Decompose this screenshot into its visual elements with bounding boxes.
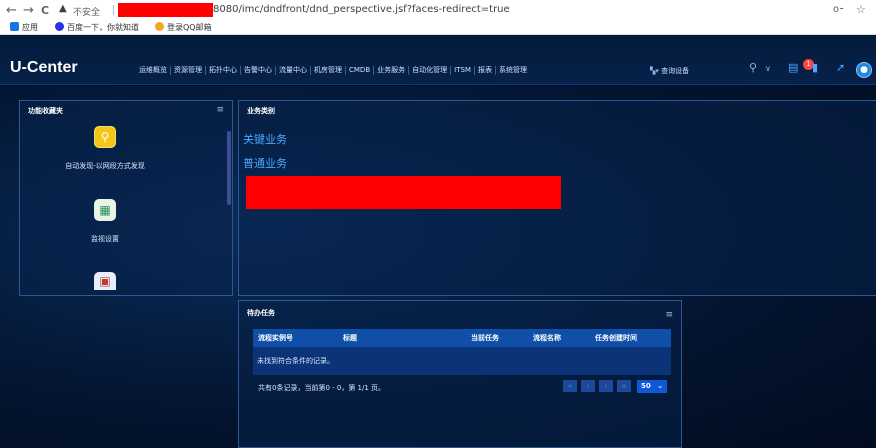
- panel-menu-icon[interactable]: ≡: [665, 310, 673, 320]
- bookmark-label: 登录QQ邮箱: [167, 23, 212, 32]
- device-filter-icon: ▚▾: [650, 67, 662, 75]
- column-header[interactable]: 标题: [343, 333, 357, 343]
- address-bar[interactable]: 8080/imc/dndfront/dnd_perspective.jsf?fa…: [213, 4, 510, 15]
- menu-item-system[interactable]: 系统管理: [496, 66, 530, 75]
- bookmark-baidu[interactable]: 百度一下，你就知道: [55, 22, 139, 33]
- business-link-critical[interactable]: 关键业务: [243, 131, 287, 147]
- business-link-normal[interactable]: 普通业务: [243, 155, 287, 171]
- menu-item-topology[interactable]: 拓扑中心: [206, 66, 241, 75]
- menu-item-automation[interactable]: 自动化管理: [409, 66, 452, 75]
- favorite-label: 监视设置: [91, 235, 119, 243]
- favorite-item-discover[interactable]: ⚲ 自动发现-以网段方式发现: [60, 126, 150, 171]
- app-logo[interactable]: U-Center: [10, 59, 78, 77]
- key-icon[interactable]: o⁃: [833, 4, 844, 15]
- menu-item-traffic[interactable]: 流量中心: [276, 66, 311, 75]
- bookmark-star-icon[interactable]: ☆: [856, 3, 866, 16]
- menu-item-alarms[interactable]: 告警中心: [241, 66, 276, 75]
- favorite-item-monitor[interactable]: ▦ 监视设置: [60, 199, 150, 244]
- dashboard-icon[interactable]: ▤: [788, 61, 798, 74]
- page-size-select[interactable]: 50 ⌄: [637, 380, 667, 393]
- bookmark-label: 应用: [22, 23, 38, 32]
- favorites-title: 功能收藏夹: [28, 107, 63, 115]
- monitor-settings-icon: ▦: [94, 199, 116, 221]
- qqmail-icon: [155, 22, 164, 31]
- forward-icon[interactable]: →: [23, 3, 34, 18]
- discover-icon: ⚲: [94, 126, 116, 148]
- panel-menu-icon[interactable]: ≡: [216, 105, 224, 115]
- next-page-button[interactable]: ›: [599, 380, 613, 392]
- prev-page-button[interactable]: ‹: [581, 380, 595, 392]
- report-icon: ▣: [94, 272, 116, 290]
- menu-item-itsm[interactable]: ITSM: [451, 66, 475, 75]
- bookmark-qqmail[interactable]: 登录QQ邮箱: [155, 22, 212, 33]
- collapse-icon[interactable]: ∨: [765, 64, 771, 73]
- search-icon[interactable]: ⚲: [749, 61, 757, 74]
- warning-icon[interactable]: ▲: [59, 3, 67, 14]
- favorites-scrollbar[interactable]: [227, 131, 231, 205]
- baidu-icon: [55, 22, 64, 31]
- bookmark-label: 百度一下，你就知道: [67, 23, 139, 32]
- menu-item-resources[interactable]: 资源管理: [171, 66, 206, 75]
- tasks-table-header: 流程实例号 标题 当前任务 流程名称 任务创建时间: [253, 329, 671, 347]
- tasks-title: 待办任务: [247, 309, 275, 317]
- menu-item-datacenter[interactable]: 机房管理: [311, 66, 346, 75]
- query-device-label: 查询设备: [661, 67, 690, 75]
- first-page-button[interactable]: «: [563, 380, 577, 392]
- redacted-area: [246, 176, 561, 209]
- column-header[interactable]: 任务创建时间: [595, 333, 637, 343]
- column-header[interactable]: 流程实例号: [258, 333, 293, 343]
- reload-icon[interactable]: C: [41, 4, 49, 17]
- menu-item-cmdb[interactable]: CMDB: [346, 66, 375, 75]
- favorite-item-report[interactable]: ▣: [60, 272, 150, 290]
- query-device-selector[interactable]: ▚▾ 查询设备: [650, 63, 740, 77]
- pager-summary: 共有0条记录，当前第0 - 0，第 1/1 页。: [258, 384, 386, 392]
- bookmark-icon[interactable]: ▮: [812, 61, 818, 74]
- back-icon[interactable]: ←: [6, 3, 17, 18]
- bookmark-apps[interactable]: 应用: [10, 22, 38, 33]
- favorites-panel: 功能收藏夹 ≡ ⚲ 自动发现-以网段方式发现 ▦ 监视设置 ▣: [19, 100, 233, 296]
- favorite-label: 自动发现-以网段方式发现: [65, 162, 145, 170]
- address-divider: [113, 5, 114, 15]
- tasks-empty-message: 未找到符合条件的记录。: [253, 347, 671, 375]
- menu-item-overview[interactable]: 运维概览: [136, 66, 171, 75]
- chevron-down-icon: ⌄: [657, 382, 664, 390]
- business-title: 业务类别: [247, 107, 275, 115]
- page-size-value: 50: [641, 382, 651, 390]
- main-menu: 运维概览 资源管理 拓扑中心 告警中心 流量中心 机房管理 CMDB 业务服务 …: [136, 66, 530, 75]
- redacted-host: [118, 3, 213, 17]
- column-header[interactable]: 当前任务: [471, 333, 499, 343]
- bookmarks-bar: 应用 百度一下，你就知道 登录QQ邮箱: [0, 20, 876, 35]
- last-page-button[interactable]: »: [617, 380, 631, 392]
- column-header[interactable]: 流程名称: [533, 333, 561, 343]
- menu-item-reports[interactable]: 报表: [475, 66, 496, 75]
- apps-icon: [10, 22, 19, 31]
- menu-item-business[interactable]: 业务服务: [374, 66, 410, 75]
- user-icon[interactable]: ●: [856, 62, 872, 78]
- wand-icon[interactable]: ➚: [836, 61, 845, 74]
- app-header: U-Center 运维概览 资源管理 拓扑中心 告警中心 流量中心 机房管理 C…: [0, 35, 876, 85]
- insecure-label[interactable]: 不安全: [73, 5, 100, 18]
